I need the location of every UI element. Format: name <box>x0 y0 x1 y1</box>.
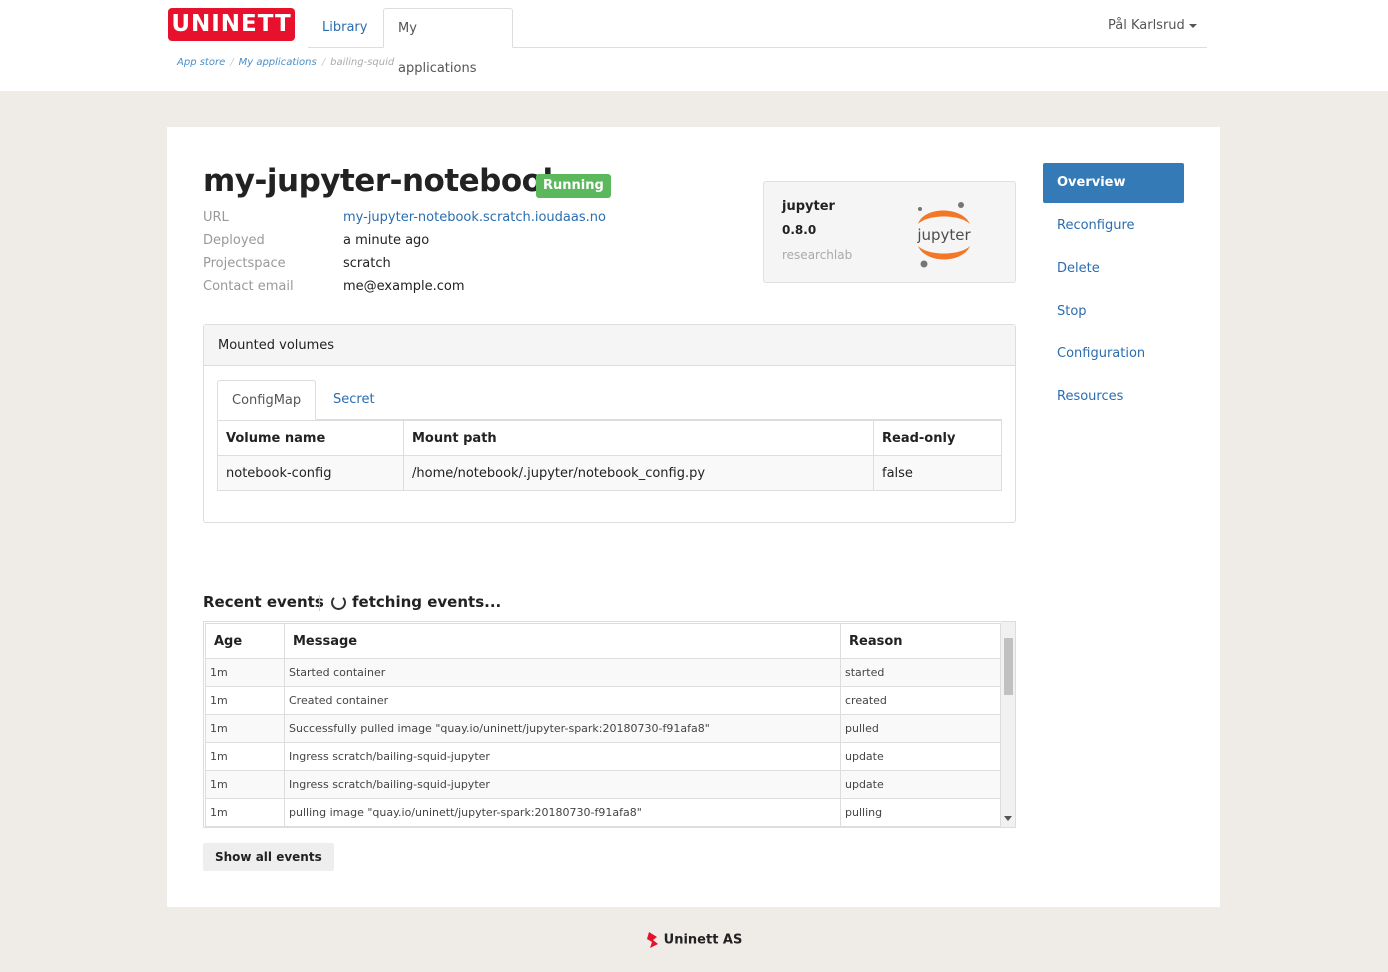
breadcrumb-separator: / <box>230 57 234 68</box>
table-row: 1m Created container created <box>205 686 1001 715</box>
scrollbar-thumb[interactable] <box>1004 638 1013 695</box>
event-message: pulling image "quay.io/uninett/jupyter-s… <box>284 798 841 827</box>
event-message: Started container <box>284 658 841 687</box>
info-label: Deployed <box>203 233 265 248</box>
table-row: 1m Ingress scratch/bailing-squid-jupyter… <box>205 770 1001 799</box>
status-badge: Running <box>536 174 611 198</box>
column-header: Volume name <box>217 420 404 456</box>
app-package-card: jupyter 0.8.0 researchlab jupyter <box>763 181 1016 283</box>
app-package-vendor: researchlab <box>782 248 853 262</box>
table-header-row: Volume name Mount path Read-only <box>217 420 1002 456</box>
breadcrumb-current: bailing-squid <box>330 57 395 68</box>
event-age: 1m <box>205 686 285 715</box>
tab-secret[interactable]: Secret <box>319 380 389 420</box>
page-title: my-jupyter-notebook <box>203 163 563 199</box>
app-package-version: 0.8.0 <box>782 223 817 237</box>
event-reason: pulled <box>840 714 1001 743</box>
divider <box>319 595 320 611</box>
event-message: Successfully pulled image "quay.io/unine… <box>284 714 841 743</box>
breadcrumb-separator: / <box>321 57 326 68</box>
info-value: scratch <box>343 256 391 271</box>
event-message: Ingress scratch/bailing-squid-jupyter <box>284 742 841 771</box>
table-header-row: Age Message Reason <box>205 623 1001 659</box>
nav-tab-library[interactable]: Library <box>308 8 381 48</box>
table-row: 1m Started container started <box>205 658 1001 687</box>
event-reason: update <box>840 742 1001 771</box>
sidebar-item-overview[interactable]: Overview <box>1043 163 1184 203</box>
event-reason: pulling <box>840 798 1001 827</box>
recent-events-title: Recent events <box>203 593 324 611</box>
sidebar-item-delete[interactable]: Delete <box>1043 249 1184 289</box>
info-label: URL <box>203 210 229 225</box>
column-header: Reason <box>840 623 1001 659</box>
sidebar-item-resources[interactable]: Resources <box>1043 377 1184 417</box>
event-age: 1m <box>205 770 285 799</box>
column-header: Read-only <box>873 420 1002 456</box>
mount-path-cell: /home/notebook/.jupyter/notebook_config.… <box>403 455 874 491</box>
panel-heading: Mounted volumes <box>204 325 1015 366</box>
top-navbar: UNINETT Library My applications Pål Karl… <box>0 0 1388 91</box>
event-reason: created <box>840 686 1001 715</box>
info-value: a minute ago <box>343 233 430 248</box>
jupyter-logo-icon: jupyter <box>916 202 972 268</box>
table-row: 1m pulling image "quay.io/uninett/jupyte… <box>205 798 1001 827</box>
nav-tab-my-applications[interactable]: My applications <box>383 8 513 76</box>
column-header: Age <box>205 623 285 659</box>
event-reason: update <box>840 770 1001 799</box>
table-row: notebook-config /home/notebook/.jupyter/… <box>217 455 1002 491</box>
app-url-link[interactable]: my-jupyter-notebook.scratch.ioudaas.no <box>343 210 606 225</box>
info-label: Contact email <box>203 279 294 294</box>
event-reason: started <box>840 658 1001 687</box>
read-only-cell: false <box>873 455 1002 491</box>
loading-spinner-icon <box>331 595 346 610</box>
caret-down-icon <box>1188 23 1197 28</box>
volume-name-cell: notebook-config <box>217 455 404 491</box>
event-message: Created container <box>284 686 841 715</box>
scroll-down-arrow-icon[interactable] <box>1004 816 1012 821</box>
sidebar-item-configuration[interactable]: Configuration <box>1043 334 1184 374</box>
info-label: Projectspace <box>203 256 286 271</box>
info-value: me@example.com <box>343 279 465 294</box>
user-name: Pål Karlsrud <box>1108 18 1185 33</box>
column-header: Message <box>284 623 841 659</box>
table-row: 1m Successfully pulled image "quay.io/un… <box>205 714 1001 743</box>
sidebar-item-reconfigure[interactable]: Reconfigure <box>1043 206 1184 246</box>
show-all-events-button[interactable]: Show all events <box>203 843 334 871</box>
event-age: 1m <box>205 798 285 827</box>
user-menu[interactable]: Pål Karlsrud <box>1108 18 1197 33</box>
event-age: 1m <box>205 658 285 687</box>
breadcrumb: App store / My applications / bailing-squid <box>177 57 394 68</box>
breadcrumb-my-applications[interactable]: My applications <box>239 57 317 68</box>
event-age: 1m <box>205 742 285 771</box>
uninett-footer-logo-icon <box>646 932 658 948</box>
fetching-status: fetching events... <box>352 593 502 611</box>
events-scrollbar[interactable] <box>1001 622 1015 827</box>
event-message: Ingress scratch/bailing-squid-jupyter <box>284 770 841 799</box>
main-card: my-jupyter-notebook Running URL my-jupyt… <box>167 127 1220 907</box>
tab-configmap[interactable]: ConfigMap <box>217 380 317 420</box>
events-table: Age Message Reason 1m Started container … <box>205 623 1001 827</box>
table-row: 1m Ingress scratch/bailing-squid-jupyter… <box>205 742 1001 771</box>
breadcrumb-app-store[interactable]: App store <box>177 57 225 68</box>
volumes-table: Volume name Mount path Read-only noteboo… <box>217 420 1002 491</box>
jupyter-logo-text: jupyter <box>916 226 971 244</box>
events-scroll-container: Age Message Reason 1m Started container … <box>203 621 1016 828</box>
sidebar-item-stop[interactable]: Stop <box>1043 292 1184 332</box>
app-package-name: jupyter <box>782 199 835 214</box>
mounted-volumes-panel: Mounted volumes ConfigMap Secret Volume … <box>203 324 1016 523</box>
footer-text: Uninett AS <box>663 932 743 948</box>
footer: Uninett AS <box>0 932 1388 948</box>
column-header: Mount path <box>403 420 874 456</box>
event-age: 1m <box>205 714 285 743</box>
uninett-logo[interactable]: UNINETT <box>168 8 295 41</box>
